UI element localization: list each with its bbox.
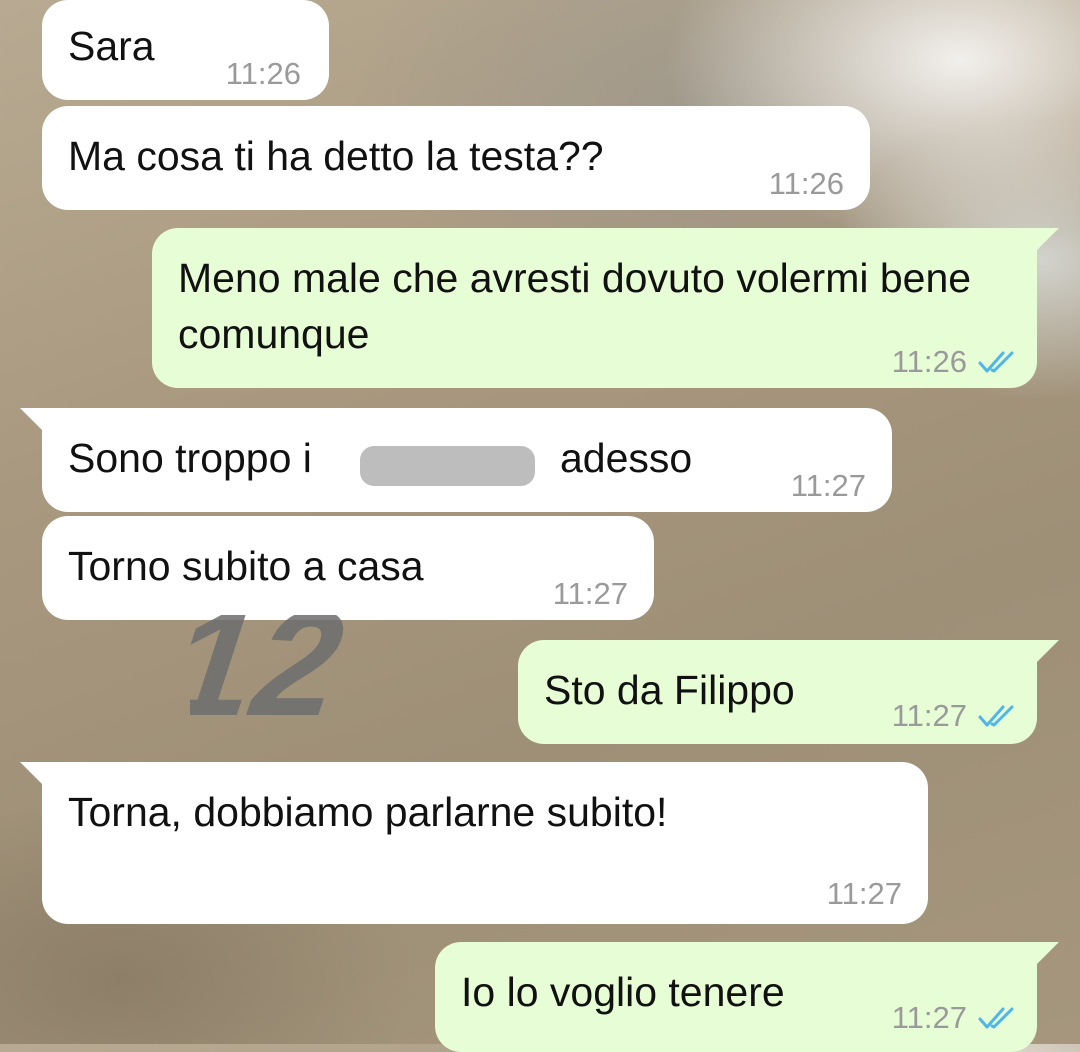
message-time: 11:27 <box>891 1000 967 1035</box>
double-check-icon <box>978 705 1014 727</box>
message-incoming[interactable]: Torna, dobbiamo parlarne subito! 11:27 <box>20 762 928 924</box>
message-text-end: adesso <box>560 435 693 481</box>
message-text: Ma cosa ti ha detto la testa?? <box>68 133 604 179</box>
message-incoming[interactable]: Torno subito a casa 11:27 <box>42 516 654 620</box>
redaction-block <box>360 446 535 486</box>
message-meta: 11:26 <box>892 334 1017 390</box>
message-incoming[interactable]: Sono troppo i adesso 11:27 <box>20 408 892 512</box>
double-check-icon <box>978 351 1014 373</box>
message-time: 11:26 <box>768 166 844 201</box>
message-time: 11:27 <box>891 698 967 733</box>
message-time: 11:26 <box>225 56 301 91</box>
message-text-start: Sono troppo i <box>68 435 312 481</box>
message-meta: 11:27 <box>892 688 1017 744</box>
message-time: 11:26 <box>891 344 967 379</box>
message-text: Torno subito a casa <box>68 543 424 589</box>
message-outgoing[interactable]: Meno male che avresti dovuto volermi ben… <box>152 228 1059 390</box>
double-check-icon <box>978 1007 1014 1029</box>
message-incoming[interactable]: Sara 11:26 <box>42 0 329 100</box>
message-text: Sto da Filippo <box>544 667 795 713</box>
message-outgoing[interactable]: Io lo voglio tenere 11:27 <box>435 942 1059 1052</box>
message-text: Sara <box>68 23 155 69</box>
message-incoming[interactable]: Ma cosa ti ha detto la testa?? 11:26 <box>42 106 870 210</box>
scribble-mark: 12 <box>190 615 368 735</box>
message-time: 11:27 <box>826 876 902 911</box>
message-text: Meno male che avresti dovuto volermi ben… <box>178 255 983 357</box>
message-text: Torna, dobbiamo parlarne subito! <box>68 789 668 835</box>
message-time: 11:27 <box>790 468 866 503</box>
message-outgoing[interactable]: Sto da Filippo 11:27 <box>518 640 1059 744</box>
message-meta: 11:27 <box>892 990 1017 1046</box>
svg-text:12: 12 <box>190 615 368 735</box>
message-text: Io lo voglio tenere <box>461 969 785 1015</box>
message-time: 11:27 <box>552 576 628 611</box>
